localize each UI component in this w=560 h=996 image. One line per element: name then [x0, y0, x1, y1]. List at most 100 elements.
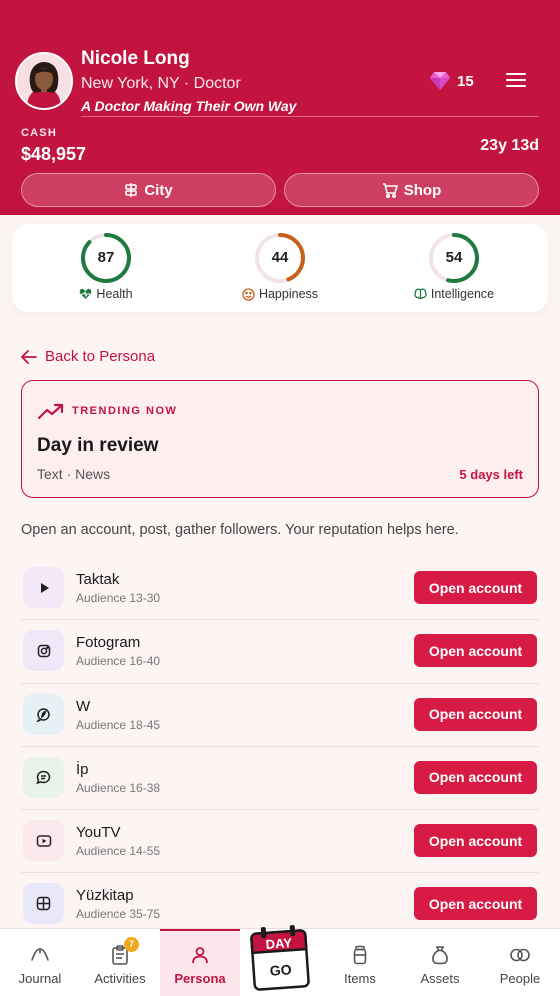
trending-card[interactable]: TRENDING NOW Day in review Text · News 5… [21, 380, 539, 498]
day-label: DAY [265, 935, 293, 952]
day-go-button[interactable]: DAY GO [248, 924, 312, 992]
open-account-button[interactable]: Open account [414, 697, 537, 731]
list-item: YouTV Audience 14-55 Open account [21, 810, 539, 874]
platform-name: W [76, 697, 91, 715]
arrow-left-icon [21, 349, 37, 364]
health-stat[interactable]: 87 Health [46, 232, 166, 301]
nav-assets-label: Assets [420, 971, 460, 986]
platform-name: Fotogram [76, 634, 141, 652]
brain-icon [414, 288, 427, 300]
people-icon [510, 948, 530, 962]
nav-items-label: Items [344, 971, 376, 986]
bird-icon [36, 707, 50, 722]
gems-counter[interactable]: 15 [429, 71, 474, 91]
platform-audience: Audience 16-38 [76, 780, 161, 795]
calendar-icon: DAY GO [250, 925, 310, 991]
open-account-button[interactable]: Open account [414, 571, 537, 604]
shop-button[interactable]: Shop [284, 173, 539, 207]
platform-name: İp [76, 760, 89, 778]
location-occupation: New York, NY · Doctor [81, 75, 241, 92]
intelligence-stat[interactable]: 54 Intelligence [394, 232, 514, 301]
platform-icon [23, 630, 64, 672]
platform-name: YouTV [76, 824, 121, 842]
intelligence-label: Intelligence [430, 287, 495, 301]
trending-up-icon [38, 403, 64, 419]
platform-audience: Audience 13-30 [76, 591, 161, 605]
platform-list: Taktak Audience 13-30 Open account Fotog… [21, 557, 539, 937]
platform-audience: Audience 14-55 [76, 844, 161, 859]
trending-subtitle: Text · News [37, 466, 111, 482]
activities-badge: 7 [124, 937, 139, 952]
nav-people[interactable]: People [480, 929, 560, 996]
person-icon [192, 947, 208, 964]
menu-icon[interactable] [504, 70, 528, 92]
happiness-label: Happiness [258, 287, 319, 301]
video-icon [36, 834, 51, 847]
shop-button-label: Shop [403, 181, 442, 199]
platform-audience: Audience 16-40 [76, 654, 161, 669]
happiness-value: 44 [271, 249, 289, 266]
city-button[interactable]: City [21, 173, 276, 207]
platform-icon [23, 567, 64, 608]
list-item: W Audience 18-45 Open account [21, 684, 539, 747]
trending-title: Day in review [37, 435, 159, 456]
nav-people-label: People [499, 971, 541, 986]
intelligence-value: 54 [445, 249, 463, 266]
nav-persona[interactable]: Persona [160, 929, 240, 996]
health-value: 87 [97, 249, 115, 266]
heart-pulse-icon [80, 288, 92, 299]
cart-icon [382, 183, 398, 198]
smile-icon [242, 287, 255, 301]
platform-icon [23, 693, 64, 735]
nav-persona-label: Persona [174, 971, 226, 986]
profile-name: Nicole Long [81, 48, 190, 69]
profile-tagline: A Doctor Making Their Own Way [81, 98, 297, 114]
trending-time-left: 5 days left [459, 467, 523, 482]
age-display: 23y 13d [480, 137, 539, 154]
city-button-label: City [144, 181, 173, 199]
platform-name: Taktak [76, 571, 120, 588]
open-account-button[interactable]: Open account [414, 824, 537, 858]
happiness-stat[interactable]: 44 Happiness [220, 232, 340, 301]
platforms-description: Open an account, post, gather followers.… [21, 522, 459, 538]
platform-icon [23, 756, 64, 798]
platform-icon [23, 820, 64, 862]
profile-header: Nicole Long New York, NY · Doctor A Doct… [0, 0, 560, 215]
cash-value: $48,957 [21, 144, 87, 164]
open-account-button[interactable]: Open account [414, 887, 537, 921]
platform-icon [23, 883, 64, 925]
open-account-button[interactable]: Open account [414, 634, 537, 668]
platform-audience: Audience 35-75 [76, 907, 161, 922]
list-item: Fotogram Audience 16-40 Open account [21, 620, 539, 684]
moneybag-icon [432, 946, 448, 965]
header-divider [81, 116, 539, 117]
gems-count: 15 [457, 72, 474, 90]
nav-assets[interactable]: Assets [400, 929, 480, 996]
health-label: Health [96, 287, 133, 301]
go-label: GO [269, 961, 292, 978]
list-item: İp Audience 16-38 Open account [21, 747, 539, 811]
back-to-persona-link[interactable]: Back to Persona [21, 348, 155, 365]
gem-icon [430, 72, 450, 90]
nav-activities[interactable]: 7 Activities [80, 929, 160, 996]
jar-icon [353, 945, 367, 965]
nav-activities-label: Activities [94, 971, 146, 986]
stats-card: 87 Health 44 Happiness 54 Intelligence [12, 224, 548, 312]
cash-label: CASH [21, 127, 57, 139]
journal-icon [31, 948, 49, 961]
chat-icon [36, 770, 51, 785]
signpost-icon [125, 183, 138, 197]
back-label: Back to Persona [45, 348, 156, 365]
open-account-button[interactable]: Open account [414, 760, 537, 794]
nav-journal[interactable]: Journal [0, 929, 80, 996]
camera-icon [37, 644, 50, 658]
platform-audience: Audience 18-45 [76, 717, 161, 732]
grid-icon [36, 897, 51, 911]
nav-journal-label: Journal [18, 971, 62, 986]
avatar[interactable] [15, 52, 73, 110]
list-item: Taktak Audience 13-30 Open account [21, 557, 539, 621]
trending-eyebrow: TRENDING NOW [72, 405, 178, 417]
platform-name: Yüzkitap [76, 887, 134, 905]
nav-items[interactable]: Items [320, 929, 400, 996]
play-icon [40, 582, 49, 593]
